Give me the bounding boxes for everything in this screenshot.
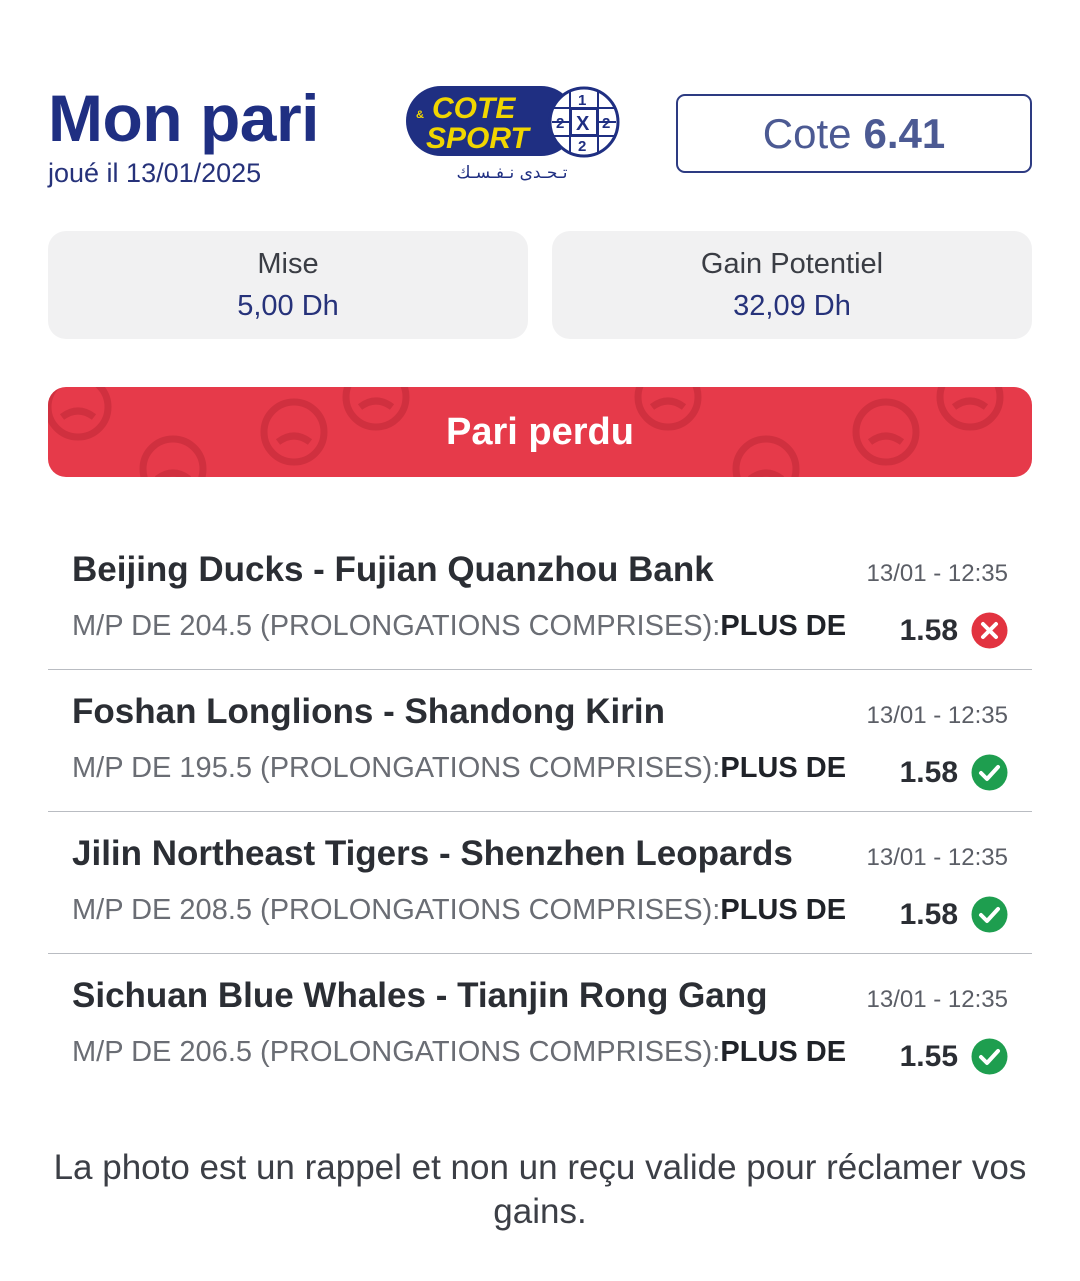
cote-sport-logo: & COTE SPORT 1 2 X 2 2 تـحـدى نـفـسـك	[406, 86, 620, 183]
gain-label: Gain Potentiel	[700, 248, 884, 280]
event-market: M/P DE 204.5 (PROLONGATIONS COMPRISES):P…	[72, 610, 846, 643]
event-time: 13/01 - 12:35	[866, 986, 1008, 1013]
total-odds-box: Cote 6.41	[676, 94, 1032, 173]
event-odds: 1.58	[899, 898, 958, 931]
stake-label: Mise	[257, 248, 319, 280]
logo-line2: SPORT	[426, 122, 531, 155]
event-odds: 1.58	[899, 614, 958, 647]
event-odds: 1.58	[899, 756, 958, 789]
logo-badge-left: 2	[556, 115, 564, 132]
check-circle-icon	[971, 754, 1008, 791]
logo-badge-top: 1	[578, 92, 586, 109]
played-date: joué il 13/01/2025	[48, 158, 262, 188]
event-row[interactable]: Sichuan Blue Whales - Tianjin Rong Gang …	[48, 954, 1032, 1096]
event-row[interactable]: Beijing Ducks - Fujian Quanzhou Bank 13/…	[48, 528, 1032, 670]
x-circle-icon	[971, 612, 1008, 649]
event-time: 13/01 - 12:35	[866, 702, 1008, 729]
logo-badge-bottom: 2	[578, 138, 586, 155]
logo-badge-right: 2	[602, 115, 610, 132]
market-label: M/P DE 195.5 (PROLONGATIONS COMPRISES):	[72, 752, 721, 784]
market-selection: PLUS DE	[720, 610, 847, 642]
check-circle-icon	[971, 1038, 1008, 1075]
market-label: M/P DE 206.5 (PROLONGATIONS COMPRISES):	[72, 1036, 721, 1068]
event-name: Foshan Longlions - Shandong Kirin	[72, 692, 666, 731]
potential-gain-card: Gain Potentiel 32,09 Dh	[552, 231, 1032, 339]
logo-amp: &	[416, 109, 424, 121]
event-name: Sichuan Blue Whales - Tianjin Rong Gang	[72, 976, 768, 1015]
event-odds: 1.55	[899, 1040, 958, 1073]
cote-label: Cote	[762, 109, 852, 157]
bet-result-banner: Pari perdu	[48, 387, 1032, 477]
market-selection: PLUS DE	[720, 752, 847, 784]
stake-value: 5,00 Dh	[237, 290, 339, 322]
event-row[interactable]: Foshan Longlions - Shandong Kirin 13/01 …	[48, 670, 1032, 812]
event-time: 13/01 - 12:35	[866, 844, 1008, 871]
market-label: M/P DE 204.5 (PROLONGATIONS COMPRISES):	[72, 610, 721, 642]
cote-value: 6.41	[863, 109, 946, 157]
event-list: Beijing Ducks - Fujian Quanzhou Bank 13/…	[48, 528, 1032, 1096]
event-market: M/P DE 195.5 (PROLONGATIONS COMPRISES):P…	[72, 752, 846, 785]
result-label: Pari perdu	[446, 410, 634, 453]
event-name: Beijing Ducks - Fujian Quanzhou Bank	[72, 550, 714, 589]
event-time: 13/01 - 12:35	[866, 560, 1008, 587]
disclaimer-text: La photo est un rappel et non un reçu va…	[53, 1148, 1027, 1231]
market-selection: PLUS DE	[720, 894, 847, 926]
event-market: M/P DE 206.5 (PROLONGATIONS COMPRISES):P…	[72, 1036, 846, 1069]
market-selection: PLUS DE	[720, 1036, 847, 1068]
market-label: M/P DE 208.5 (PROLONGATIONS COMPRISES):	[72, 894, 721, 926]
logo-tagline: تـحـدى نـفـسـك	[456, 163, 567, 183]
event-row[interactable]: Jilin Northeast Tigers - Shenzhen Leopar…	[48, 812, 1032, 954]
gain-value: 32,09 Dh	[733, 290, 851, 322]
logo-badge-mid: X	[576, 113, 590, 135]
stake-card: Mise 5,00 Dh	[48, 231, 528, 339]
check-circle-icon	[971, 896, 1008, 933]
logo-line1: COTE	[432, 92, 516, 125]
event-market: M/P DE 208.5 (PROLONGATIONS COMPRISES):P…	[72, 894, 846, 927]
event-name: Jilin Northeast Tigers - Shenzhen Leopar…	[72, 834, 793, 873]
page-title: Mon pari	[48, 81, 320, 155]
